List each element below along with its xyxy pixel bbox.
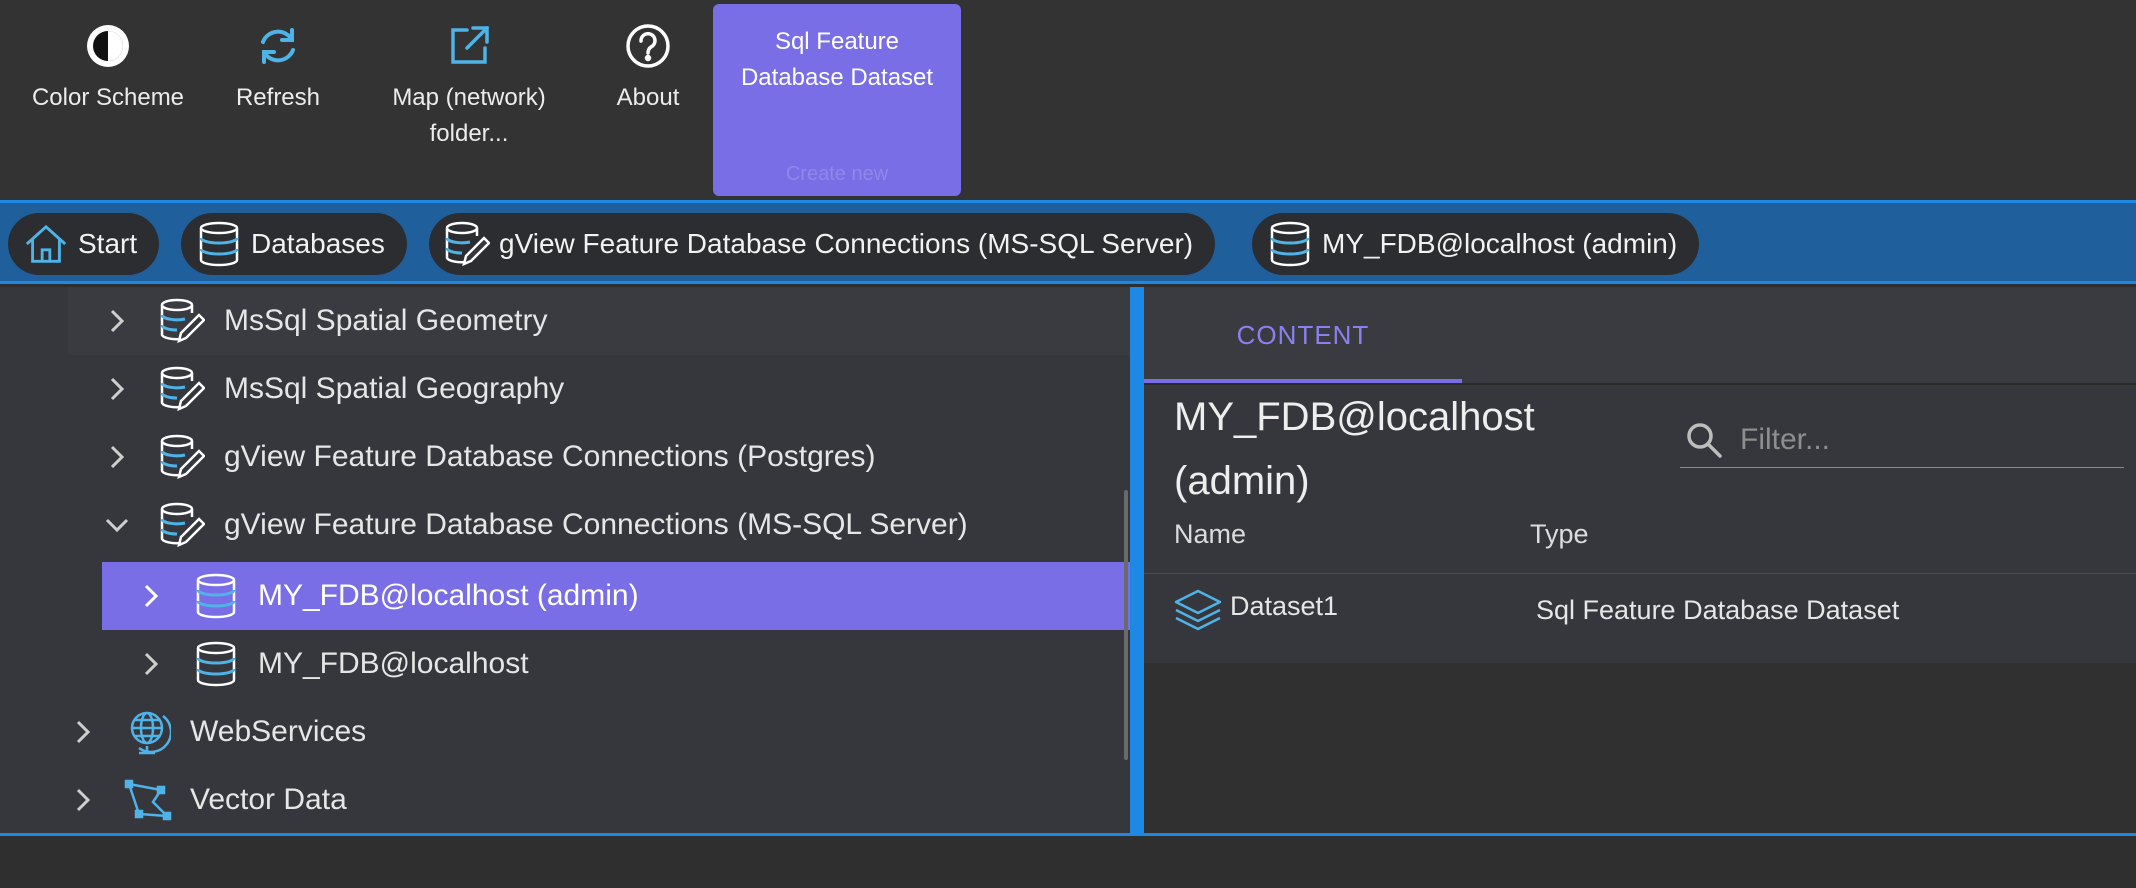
breadcrumb-databases-label: Databases — [251, 228, 385, 259]
tree-item-webservices[interactable]: WebServices — [34, 698, 1130, 766]
tab-bar: CONTENT — [1144, 287, 2136, 385]
tree-item-label: MsSql Spatial Geometry — [224, 304, 548, 337]
database-edit-icon — [156, 363, 208, 415]
tree-item-label: gView Feature Database Connections (Post… — [224, 440, 876, 473]
database-edit-icon — [156, 295, 208, 347]
help-icon — [622, 20, 674, 72]
tab-indicator — [1144, 379, 1462, 383]
chevron-right-icon[interactable] — [100, 372, 134, 406]
chevron-right-icon[interactable] — [66, 783, 100, 817]
database-edit-icon — [156, 431, 208, 483]
create-dataset-button[interactable]: Sql Feature Database Dataset Create new — [713, 4, 961, 196]
tree-item-label: Vector Data — [190, 783, 347, 816]
breadcrumb-databases[interactable]: Databases — [181, 213, 407, 275]
breadcrumb-current-label: MY_FDB@localhost (admin) — [1322, 228, 1678, 259]
tree-item-my-fdb[interactable]: MY_FDB@localhost — [102, 630, 1130, 698]
tree-item-vector-data[interactable]: Vector Data — [34, 766, 1130, 833]
database-edit-icon — [156, 499, 208, 551]
tab-content-label: CONTENT — [1236, 319, 1370, 350]
breadcrumb-current[interactable]: MY_FDB@localhost (admin) — [1252, 213, 1700, 275]
database-icon — [190, 638, 242, 690]
tree-item-label: gView Feature Database Connections (MS-S… — [224, 508, 968, 541]
chevron-right-icon[interactable] — [100, 304, 134, 338]
header-divider — [1144, 573, 2136, 574]
page-title: MY_FDB@localhost (admin) — [1174, 395, 1535, 503]
breadcrumb-connections-label: gView Feature Database Connections (MS-S… — [499, 228, 1194, 259]
filter-input[interactable] — [1738, 422, 2128, 458]
tree-item-postgres-connections[interactable]: gView Feature Database Connections (Post… — [68, 423, 1130, 491]
refresh-button[interactable]: Refresh — [220, 0, 336, 200]
database-icon — [195, 220, 243, 268]
column-header-name[interactable]: Name — [1174, 519, 1246, 550]
tree-item-label: WebServices — [190, 715, 367, 748]
tree-item-mssql-geography[interactable]: MsSql Spatial Geography — [68, 355, 1130, 423]
tab-content[interactable]: CONTENT — [1144, 287, 1462, 383]
map-folder-label: Map (network) folder... — [392, 84, 546, 147]
toolbar: Color Scheme Refresh Map (network) folde… — [0, 0, 2136, 200]
content-card: MY_FDB@localhost (admin) Name Type Datas… — [1144, 385, 2136, 663]
database-icon — [190, 570, 242, 622]
open-in-new-icon — [443, 20, 495, 72]
contrast-icon — [82, 20, 134, 72]
home-icon — [22, 220, 70, 268]
panel-splitter[interactable] — [1132, 287, 1144, 833]
content-panel: CONTENT MY_FDB@localhost (admin) Name Ty… — [1144, 287, 2136, 833]
chevron-right-icon[interactable] — [134, 647, 168, 681]
tree-item-label: MsSql Spatial Geography — [224, 372, 565, 405]
tree-item-my-fdb-admin[interactable]: MY_FDB@localhost (admin) — [102, 562, 1130, 630]
cell-type: Sql Feature Database Dataset — [1536, 595, 1900, 625]
create-dataset-title: Sql Feature Database Dataset — [740, 28, 934, 91]
tree-scrollbar[interactable] — [1124, 490, 1128, 760]
about-button[interactable]: About — [602, 0, 694, 200]
create-dataset-subtitle: Create new — [785, 163, 889, 185]
breadcrumb-start-label: Start — [78, 228, 138, 259]
layers-icon — [1172, 587, 1224, 635]
explorer-tree: MsSql Spatial Geometry MsSql Spatial Geo… — [0, 287, 1132, 833]
chevron-right-icon[interactable] — [134, 579, 168, 613]
tree-item-mssql-connections[interactable]: gView Feature Database Connections (MS-S… — [68, 491, 1130, 559]
filter-field — [1680, 413, 2128, 468]
database-icon — [1266, 220, 1314, 268]
breadcrumb-start[interactable]: Start — [8, 213, 160, 275]
table-row[interactable]: Dataset1 Sql Feature Database Dataset — [1144, 575, 2136, 645]
color-scheme-label: Color Scheme — [31, 84, 185, 111]
tree-item-label: MY_FDB@localhost (admin) — [258, 579, 639, 612]
about-label: About — [616, 84, 680, 111]
column-header-type[interactable]: Type — [1530, 519, 1589, 550]
refresh-label: Refresh — [235, 84, 321, 111]
breadcrumb-connections[interactable]: gView Feature Database Connections (MS-S… — [429, 213, 1216, 275]
refresh-icon — [252, 20, 304, 72]
cell-name: Dataset1 — [1230, 591, 1339, 621]
chevron-down-icon[interactable] — [100, 508, 134, 542]
map-folder-button[interactable]: Map (network) folder... — [376, 0, 562, 200]
vector-polygon-icon — [122, 774, 174, 826]
chevron-right-icon[interactable] — [100, 440, 134, 474]
breadcrumb: Start Databases gView Feature Database C… — [0, 200, 2136, 284]
database-edit-icon — [443, 220, 491, 268]
search-icon — [1684, 418, 1724, 462]
status-bar — [0, 833, 2136, 888]
chevron-right-icon[interactable] — [66, 715, 100, 749]
globe-icon — [122, 706, 174, 758]
tree-item-label: MY_FDB@localhost — [258, 647, 529, 680]
tree-item-mssql-geometry[interactable]: MsSql Spatial Geometry — [68, 287, 1130, 355]
color-scheme-button[interactable]: Color Scheme — [20, 0, 196, 200]
